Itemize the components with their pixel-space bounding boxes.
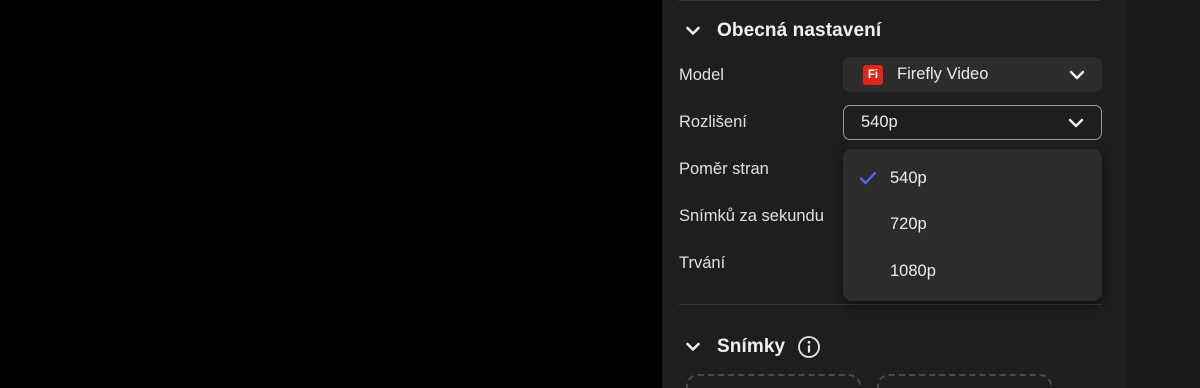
divider bbox=[679, 0, 1099, 1]
model-value: Firefly Video bbox=[897, 65, 989, 83]
aspect-ratio-label: Poměr stran bbox=[679, 160, 769, 178]
option-label: 540p bbox=[890, 168, 927, 187]
preview-canvas bbox=[0, 0, 662, 388]
resolution-label: Rozlišení bbox=[679, 113, 747, 131]
chevron-down-icon bbox=[1068, 69, 1086, 81]
model-picker[interactable]: Fi Firefly Video bbox=[843, 57, 1102, 92]
resolution-option-540p[interactable]: 540p bbox=[843, 158, 1102, 198]
section-title: Snímky bbox=[717, 336, 786, 357]
checkmark-icon bbox=[859, 169, 877, 187]
side-strip bbox=[1126, 0, 1200, 388]
option-label: 1080p bbox=[890, 261, 936, 280]
first-frame-dropzone[interactable] bbox=[686, 374, 861, 388]
fps-label: Snímků za sekundu bbox=[679, 207, 824, 225]
section-title: Obecná nastavení bbox=[717, 20, 882, 41]
resolution-option-720p[interactable]: 720p bbox=[843, 204, 1102, 244]
model-label: Model bbox=[679, 66, 724, 84]
chevron-down-icon bbox=[682, 336, 704, 358]
divider bbox=[679, 304, 1102, 305]
frames-section-header[interactable]: Snímky bbox=[682, 332, 821, 362]
resolution-picker[interactable]: 540p bbox=[843, 105, 1102, 140]
general-section-header[interactable]: Obecná nastavení bbox=[682, 16, 881, 46]
resolution-value: 540p bbox=[861, 113, 898, 131]
duration-label: Trvání bbox=[679, 254, 726, 272]
resolution-dropdown: 540p 720p 1080p bbox=[843, 149, 1102, 301]
last-frame-dropzone[interactable] bbox=[877, 374, 1052, 388]
info-icon[interactable] bbox=[797, 335, 821, 359]
option-label: 720p bbox=[890, 214, 927, 233]
chevron-down-icon bbox=[682, 20, 704, 42]
firefly-logo-icon: Fi bbox=[863, 64, 883, 85]
resolution-option-1080p[interactable]: 1080p bbox=[843, 251, 1102, 291]
chevron-down-icon bbox=[1067, 117, 1085, 129]
